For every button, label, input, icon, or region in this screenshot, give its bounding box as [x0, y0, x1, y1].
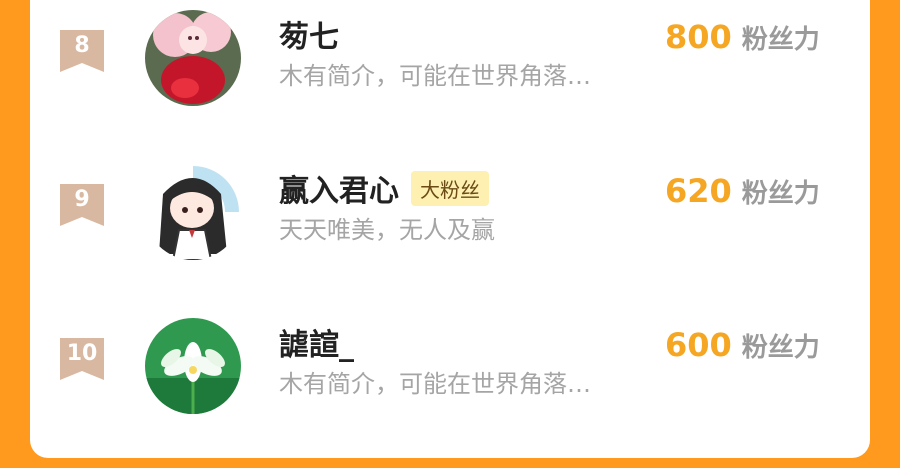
user-bio: 天天唯美，无人及赢	[279, 216, 495, 244]
fan-score-unit: 粉丝力	[741, 25, 820, 55]
avatar-white-lotus-icon	[145, 318, 241, 414]
ranking-row[interactable]: 8 茐七 木有简介，可能在世界角落… 800 粉丝力	[30, 10, 870, 160]
avatar[interactable]	[145, 164, 241, 260]
avatar[interactable]	[145, 318, 241, 414]
fan-score-value: 600	[665, 326, 732, 364]
user-name[interactable]: 茐七	[279, 12, 339, 56]
rank-ribbon-badge: 8	[60, 30, 104, 72]
fan-score-value: 800	[665, 18, 732, 56]
fan-score-value: 620	[665, 172, 732, 210]
ranking-row[interactable]: 9 赢入君心 大粉丝 天天唯美，无人及赢 620 粉丝力	[30, 164, 870, 314]
rank-ribbon-badge: 10	[60, 338, 104, 380]
fan-score-unit: 粉丝力	[741, 179, 820, 209]
ranking-row[interactable]: 10 謔諠_ 木有简介，可能在世界角落… 600 粉丝力	[30, 318, 870, 468]
avatar-red-dress-girl-icon	[145, 10, 241, 106]
user-bio: 木有简介，可能在世界角落…	[279, 62, 591, 90]
rank-ribbon-badge: 9	[60, 184, 104, 226]
big-fan-badge: 大粉丝	[411, 170, 489, 206]
avatar[interactable]	[145, 10, 241, 106]
fan-ranking-card: 8 茐七 木有简介，可能在世界角落… 800 粉丝力 9 赢入君心 大粉丝 天天…	[30, 0, 870, 458]
avatar-chibi-girl-icon	[145, 164, 241, 260]
rank-number: 8	[74, 33, 90, 58]
rank-number: 9	[74, 187, 90, 212]
fan-score-unit: 粉丝力	[741, 333, 820, 363]
user-name[interactable]: 赢入君心	[279, 166, 399, 210]
user-name[interactable]: 謔諠_	[279, 320, 354, 364]
rank-number: 10	[66, 341, 98, 366]
user-bio: 木有简介，可能在世界角落…	[279, 370, 591, 398]
